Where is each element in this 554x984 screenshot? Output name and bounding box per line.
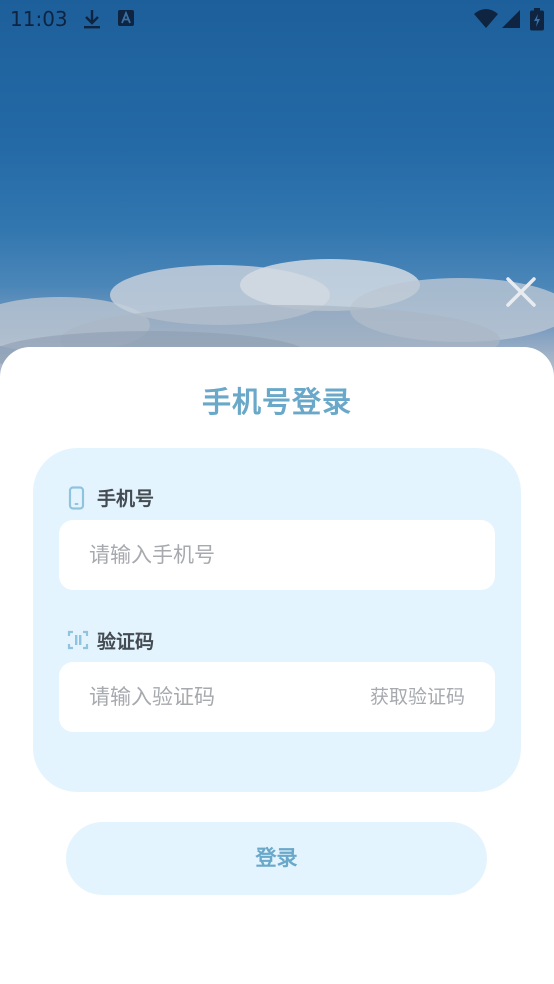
- close-button[interactable]: [503, 274, 539, 310]
- phone-input[interactable]: [89, 520, 469, 590]
- get-code-button[interactable]: 获取验证码: [370, 662, 465, 732]
- login-form-card: 手机号 验证码 获取验证码: [33, 448, 521, 792]
- code-label-text: 验证码: [97, 631, 155, 653]
- phone-input-box: [59, 520, 495, 590]
- phone-icon: [67, 485, 87, 510]
- login-button[interactable]: 登录: [66, 822, 487, 895]
- code-field-label: 验证码: [67, 627, 154, 654]
- status-time: 11:03: [10, 7, 68, 31]
- signal-icon: [500, 8, 522, 34]
- wifi-icon: [473, 8, 499, 34]
- status-bar: 11:03: [0, 0, 554, 38]
- scan-code-icon: [67, 629, 89, 653]
- phone-field-label: 手机号: [67, 484, 154, 511]
- login-sheet: 手机号登录 手机号 验证码 获取验证码 登录: [0, 347, 554, 984]
- battery-charging-icon: [529, 8, 545, 36]
- font-a-icon: [117, 8, 135, 32]
- code-input-box: 获取验证码: [59, 662, 495, 732]
- login-screen: 11:03 手机号登录 手机号 请输入手机号 验证码 请输入验证码 获取验证码 …: [0, 0, 554, 984]
- close-icon: [506, 277, 536, 307]
- phone-label-text: 手机号: [97, 488, 155, 510]
- code-input[interactable]: [89, 662, 329, 732]
- download-icon: [82, 8, 102, 34]
- page-title: 手机号登录: [201, 385, 352, 419]
